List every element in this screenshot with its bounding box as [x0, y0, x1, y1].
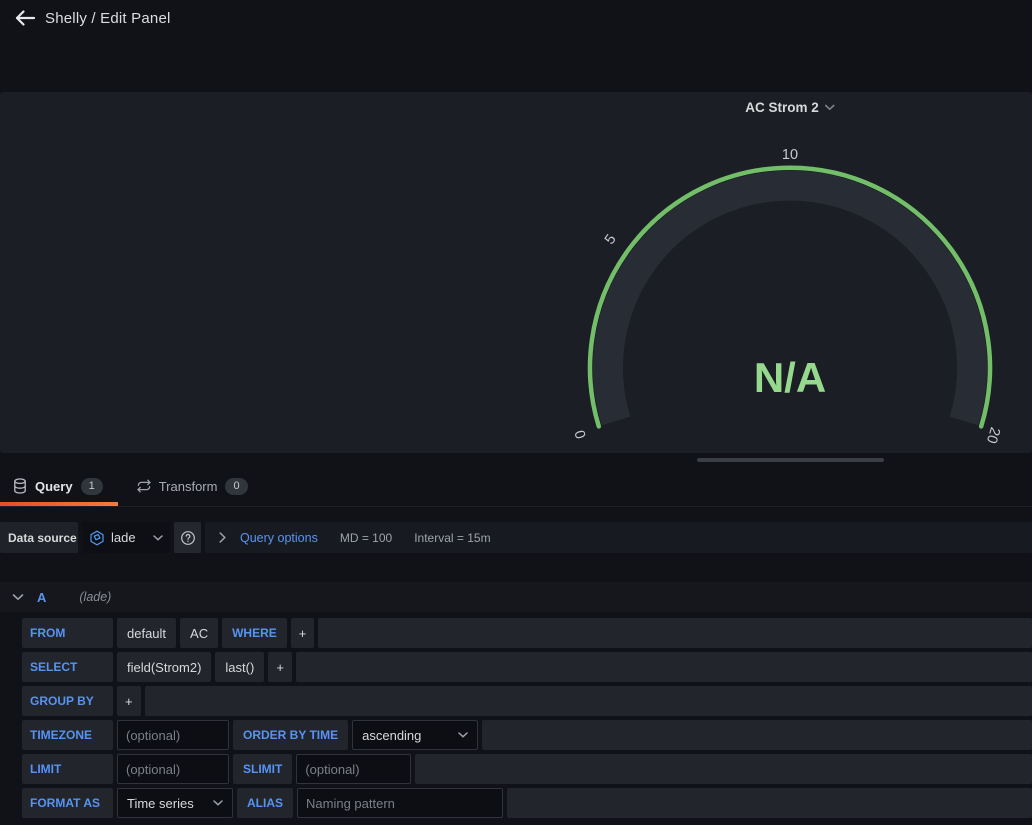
gauge-tick-5: 5 [602, 232, 620, 248]
query-row-format-as: FORMAT AS Time series ALIAS [22, 788, 1032, 818]
collapse-query-button[interactable] [12, 594, 24, 601]
tab-transform-label: Transform [159, 479, 218, 494]
retention-policy-segment[interactable]: default [117, 618, 176, 648]
influxdb-icon [89, 530, 105, 546]
add-where-condition-button[interactable]: + [291, 618, 315, 648]
timezone-input[interactable] [117, 720, 229, 750]
panel-resize-handle[interactable] [697, 458, 884, 462]
select-row-label: SELECT [22, 652, 113, 682]
chevron-down-icon [153, 535, 163, 541]
panel-title: AC Strom 2 [745, 100, 819, 115]
query-datasource-hint: (lade) [79, 590, 111, 604]
order-by-time-select-value: ascending [362, 728, 421, 743]
query-row-limit: LIMIT SLIMIT [22, 754, 1032, 784]
order-by-time-label: ORDER BY TIME [233, 720, 348, 750]
datasource-picker[interactable]: lade [82, 522, 170, 553]
top-header: Shelly / Edit Panel [0, 0, 1032, 36]
format-as-row-label: FORMAT AS [22, 788, 113, 818]
select-row-filler [296, 652, 1032, 682]
select-field-segment[interactable]: field(Strom2) [117, 652, 211, 682]
interval-value: Interval = 15m [414, 531, 490, 545]
process-icon [137, 479, 151, 493]
chevron-down-icon [458, 732, 468, 738]
datasource-label: Data source [0, 522, 78, 553]
editor-tabbar: Query 1 Transform 0 [0, 470, 1032, 502]
gauge-tick-10: 10 [782, 147, 798, 163]
chevron-down-icon [213, 800, 223, 806]
group-by-row-filler [145, 686, 1032, 716]
panel-title-menu[interactable]: AC Strom 2 [745, 100, 835, 115]
format-as-row-filler [507, 788, 1032, 818]
select-function-segment[interactable]: last() [215, 652, 264, 682]
group-by-row-label: GROUP BY [22, 686, 113, 716]
alias-input[interactable] [297, 788, 503, 818]
chevron-right-icon [219, 532, 226, 543]
influxql-query-editor: FROMdefaultACWHERE+SELECTfield(Strom2)la… [22, 618, 1032, 822]
gauge-tick-20: 20 [983, 425, 1003, 445]
chevron-down-icon [824, 104, 835, 111]
query-row-select: SELECTfield(Strom2)last()+ [22, 652, 1032, 682]
gauge-tick-0: 0 [572, 428, 590, 440]
limit-row-filler [415, 754, 1032, 784]
slimit-input[interactable] [296, 754, 411, 784]
slimit-label: SLIMIT [233, 754, 292, 784]
max-data-points-value: MD = 100 [340, 531, 392, 545]
arrow-left-icon [14, 8, 36, 28]
question-circle-icon [180, 530, 196, 546]
query-count-badge: 1 [81, 478, 103, 495]
from-row-label: FROM [22, 618, 113, 648]
page-title: Shelly / Edit Panel [45, 10, 171, 27]
timezone-row-label: TIMEZONE [22, 720, 113, 750]
gauge-chart: 0 5 10 20 N/A [0, 92, 1032, 453]
alias-label: ALIAS [237, 788, 293, 818]
limit-row-label: LIMIT [22, 754, 113, 784]
chevron-down-icon [12, 594, 24, 601]
tab-query[interactable]: Query 1 [13, 478, 103, 495]
order-by-time-select[interactable]: ascending [352, 720, 478, 750]
measurement-segment[interactable]: AC [180, 618, 218, 648]
tab-transform[interactable]: Transform 0 [137, 478, 248, 495]
back-button[interactable] [8, 4, 42, 32]
tab-query-label: Query [35, 479, 73, 494]
add-select-part-button[interactable]: + [268, 652, 292, 682]
add-group-by-button[interactable]: + [117, 686, 141, 716]
query-options-label: Query options [240, 531, 318, 545]
limit-input[interactable] [117, 754, 229, 784]
from-row-filler [318, 618, 1032, 648]
query-row-group-by: GROUP BY+ [22, 686, 1032, 716]
datasource-selected: lade [111, 530, 147, 545]
query-ref-row[interactable]: A (lade) [0, 582, 1032, 612]
transform-count-badge: 0 [225, 478, 247, 495]
query-options-toggle[interactable]: Query options [219, 531, 318, 545]
gauge-value: N/A [754, 354, 826, 401]
database-icon [13, 478, 27, 494]
where-keyword[interactable]: WHERE [222, 618, 287, 648]
tabbar-divider [0, 506, 1032, 507]
format-as-select[interactable]: Time series [117, 788, 233, 818]
format-as-select-value: Time series [127, 796, 194, 811]
query-options-bar: Query options MD = 100 Interval = 15m [205, 522, 1032, 553]
query-row-from: FROMdefaultACWHERE+ [22, 618, 1032, 648]
timezone-row-filler [482, 720, 1032, 750]
query-ref-id: A [37, 590, 46, 605]
panel-preview: 0 5 10 20 N/A AC Strom 2 [0, 92, 1032, 453]
query-row-timezone: TIMEZONE ORDER BY TIME ascending [22, 720, 1032, 750]
datasource-row: Data source lade Query options MD = 100 … [0, 522, 1032, 553]
datasource-help-button[interactable] [174, 522, 201, 553]
